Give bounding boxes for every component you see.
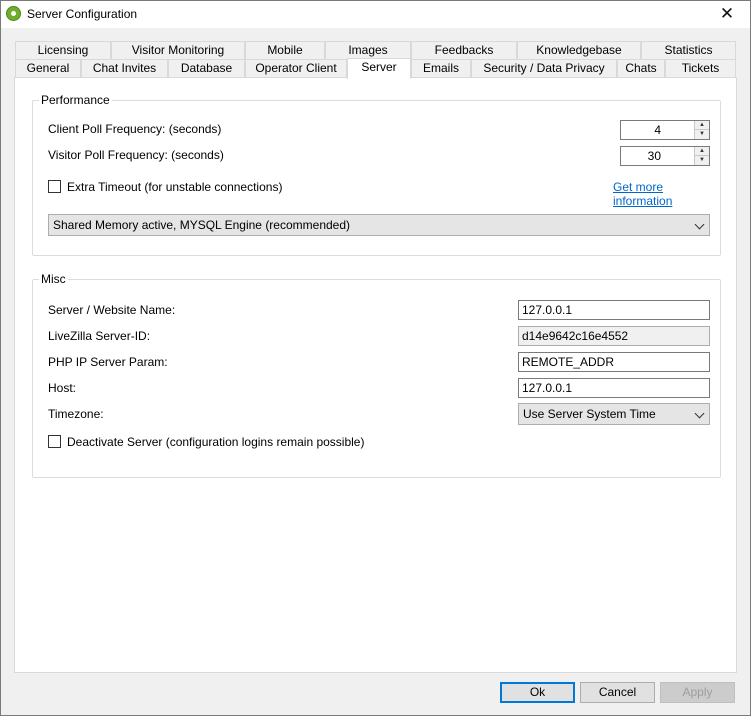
extra-timeout-label: Extra Timeout (for unstable connections) (67, 180, 283, 194)
engine-selected-value: Shared Memory active, MYSQL Engine (reco… (53, 218, 351, 232)
visitor-poll-stepper[interactable]: 30 ▲ ▼ (620, 146, 710, 166)
deactivate-server-label: Deactivate Server (configuration logins … (67, 435, 365, 449)
visitor-poll-value: 30 (647, 149, 661, 163)
get-more-information-link[interactable]: Get more information (613, 180, 720, 208)
client-poll-spin-buttons: ▲ ▼ (694, 121, 709, 139)
visitor-poll-label: Visitor Poll Frequency: (seconds) (48, 148, 224, 162)
timezone-dropdown[interactable]: Use Server System Time (518, 403, 710, 425)
client-poll-value: 4 (654, 123, 661, 137)
php-ip-value: REMOTE_ADDR (522, 355, 615, 369)
tab-mobile[interactable]: Mobile (245, 41, 325, 59)
server-name-label: Server / Website Name: (48, 303, 176, 317)
tab-database[interactable]: Database (168, 59, 245, 77)
title-bar: Server Configuration ✕ (1, 1, 750, 28)
tab-knowledgebase[interactable]: Knowledgebase (517, 41, 641, 59)
spin-up-icon[interactable]: ▲ (695, 121, 709, 130)
extra-timeout-checkbox[interactable] (48, 180, 61, 193)
spin-up-icon[interactable]: ▲ (695, 147, 709, 156)
tab-operator-client[interactable]: Operator Client (245, 59, 347, 77)
timezone-selected-value: Use Server System Time (523, 407, 656, 421)
visitor-poll-spin-buttons: ▲ ▼ (694, 147, 709, 165)
client-poll-stepper[interactable]: 4 ▲ ▼ (620, 120, 710, 140)
tab-visitor-monitoring[interactable]: Visitor Monitoring (111, 41, 245, 59)
close-button[interactable]: ✕ (704, 1, 750, 28)
misc-legend: Misc (39, 272, 68, 286)
performance-legend: Performance (39, 93, 112, 107)
misc-group: Misc Server / Website Name: 127.0.0.1 Li… (32, 272, 721, 478)
host-value: 127.0.0.1 (522, 381, 573, 395)
tab-feedbacks[interactable]: Feedbacks (411, 41, 517, 59)
php-ip-field[interactable]: REMOTE_ADDR (518, 352, 710, 372)
spin-down-icon[interactable]: ▼ (695, 156, 709, 165)
tab-general[interactable]: General (15, 59, 81, 77)
client-poll-label: Client Poll Frequency: (seconds) (48, 122, 222, 136)
server-name-field[interactable]: 127.0.0.1 (518, 300, 710, 320)
tab-security-data-privacy[interactable]: Security / Data Privacy (471, 59, 617, 77)
server-id-value: d14e9642c16e4552 (522, 329, 629, 343)
cancel-button[interactable]: Cancel (580, 682, 655, 703)
deactivate-server-checkbox[interactable] (48, 435, 61, 448)
tab-chats[interactable]: Chats (617, 59, 665, 77)
tab-strip: Licensing Visitor Monitoring Mobile Imag… (15, 41, 736, 79)
window-title: Server Configuration (27, 7, 138, 21)
tab-images[interactable]: Images (325, 41, 411, 59)
timezone-label: Timezone: (48, 407, 104, 421)
php-ip-label: PHP IP Server Param: (48, 355, 168, 369)
server-tab-panel: Performance Client Poll Frequency: (seco… (14, 77, 737, 673)
server-id-field[interactable]: d14e9642c16e4552 (518, 326, 710, 346)
ok-button[interactable]: Ok (500, 682, 575, 703)
tab-server[interactable]: Server (347, 58, 411, 79)
server-configuration-window: Server Configuration ✕ Licensing Visitor… (0, 0, 751, 716)
performance-group: Performance Client Poll Frequency: (seco… (32, 93, 721, 256)
livezilla-gear-icon (6, 6, 21, 21)
engine-dropdown[interactable]: Shared Memory active, MYSQL Engine (reco… (48, 214, 710, 236)
chevron-down-icon (694, 408, 705, 419)
tab-statistics[interactable]: Statistics (641, 41, 736, 59)
tab-chat-invites[interactable]: Chat Invites (81, 59, 168, 77)
server-name-value: 127.0.0.1 (522, 303, 573, 317)
host-label: Host: (48, 381, 77, 395)
chevron-down-icon (694, 219, 705, 230)
apply-button[interactable]: Apply (660, 682, 735, 703)
host-field[interactable]: 127.0.0.1 (518, 378, 710, 398)
tab-licensing[interactable]: Licensing (15, 41, 111, 59)
spin-down-icon[interactable]: ▼ (695, 130, 709, 139)
server-id-label: LiveZilla Server-ID: (48, 329, 151, 343)
tab-tickets[interactable]: Tickets (665, 59, 736, 77)
tab-emails[interactable]: Emails (411, 59, 471, 77)
